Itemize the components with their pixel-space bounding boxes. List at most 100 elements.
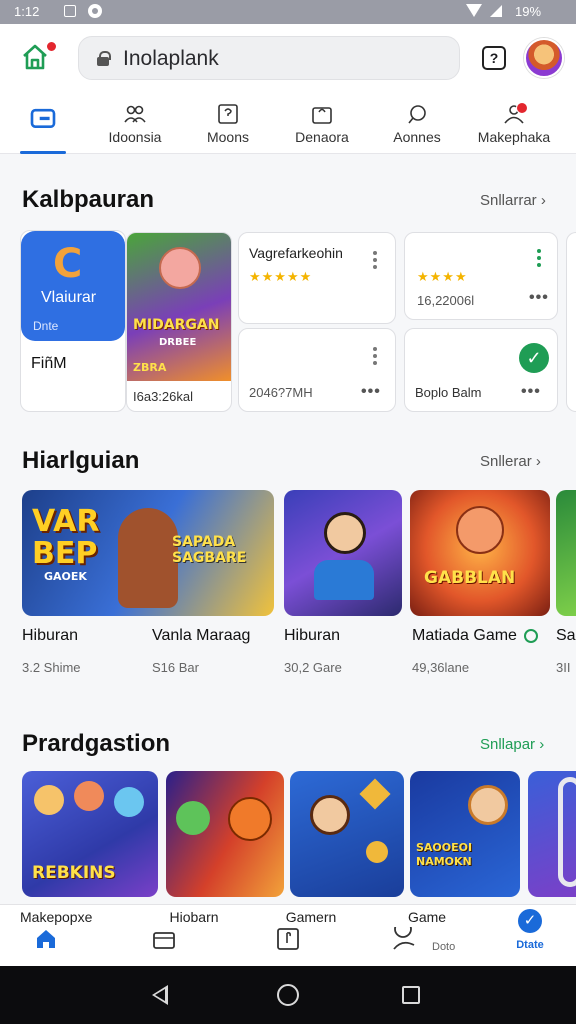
app-logo-letter: C [53,241,83,287]
search-input[interactable] [123,43,443,75]
section-title: Prardgastion [22,730,171,757]
app-card-partial[interactable] [566,232,576,412]
back-icon[interactable] [152,985,168,1005]
bag-icon [312,107,332,124]
game-meta: 49,36lane [412,660,470,675]
game-thumbnail[interactable] [166,771,284,897]
character-art [176,801,210,835]
game-meta: 3II [556,660,571,675]
game-name: Hiburan [284,627,341,644]
app-card-title: Vagrefarkeohin [249,245,343,261]
game-name: Sa [556,627,576,644]
tab-aonnes[interactable]: Aonnes [386,92,448,154]
section-title: Kalbpauran [22,186,155,213]
app-card[interactable]: 2046?7MH ••• [238,328,396,412]
game-thumbnail[interactable]: GABBLAN [410,490,550,616]
game-art-sub: SAPADA SAGBARE [172,534,247,566]
chat-icon [408,105,426,124]
character-art [114,787,144,817]
phone-art [558,777,576,887]
image-icon [64,5,76,17]
app-card[interactable]: Vagrefarkeohin ★★★★★ [238,232,396,324]
tab-makephaka[interactable]: Makephaka [474,92,554,154]
notification-icon [88,4,102,18]
game-caption: I6a3:26kal [133,389,193,404]
active-tab-indicator [20,151,66,154]
see-all-link[interactable]: Snllarrar › [480,192,546,209]
see-all-label: Snllapar [480,736,536,753]
featured-game-card[interactable]: MIDARGAN DRBEE ZBRA I6a3:26kal [126,232,232,412]
game-meta: 3.2 Shime [22,660,81,675]
game-art-tag: GAOEK [44,570,87,583]
home-icon [37,930,55,948]
game-thumbnail[interactable]: VAR BEP GAOEK SAPADA SAGBARE [22,490,274,616]
overflow-icon[interactable]: ••• [529,289,549,307]
status-bar: 1:12 19% [0,0,576,24]
game-name: Vanla Maraag [152,627,251,644]
nav-item-makepopxe[interactable]: Makepopxe [20,905,116,967]
battery-level: 19% [515,4,542,19]
tab-denaora[interactable]: Denaora [292,92,352,154]
game-art-title: VAR BEP [32,504,100,571]
see-all-link[interactable]: Snllapar › [480,736,544,753]
status-time: 1:12 [14,4,40,19]
home-circle-icon[interactable] [277,984,299,1006]
app-logo: C Vlaiurar Dnte [21,231,125,341]
character-art [314,560,374,600]
tab-wallet[interactable] [20,92,66,154]
coin-art [366,841,388,863]
tab-idoonsia[interactable]: Idoonsia [104,92,166,154]
help-button[interactable]: ? [482,46,506,70]
lock-icon [97,51,111,66]
game-thumbnail[interactable]: SAOOEOI NAMOKN [410,771,520,897]
app-card-meta: 16,22006l [417,293,475,308]
character-art [74,781,104,811]
game-thumbnail[interactable]: REBKINS [22,771,158,897]
game-art-title: REBKINS [32,863,116,883]
book-icon [277,928,299,950]
more-options-icon[interactable] [373,251,377,269]
character-art [310,795,350,835]
more-options-icon[interactable] [373,347,377,365]
game-thumbnail[interactable] [528,771,576,897]
nav-item-game[interactable]: Game Doto [392,905,462,967]
tab-label: Idoonsia [108,129,162,145]
character-art [324,512,366,554]
app-tile[interactable]: C Vlaiurar Dnte FiñM [20,230,126,412]
overflow-icon[interactable]: ••• [521,383,541,401]
nav-item-gamern[interactable]: Gamern [276,905,346,967]
app-card[interactable]: ✓ Boplo Balm ••• [404,328,558,412]
see-all-link[interactable]: Snllerar › [480,453,541,470]
nav-item-dtate[interactable]: ✓ Dtate [508,905,552,967]
game-name: Hiburan [22,627,79,644]
search-bar[interactable] [78,36,460,80]
app-sub: Dnte [33,319,59,333]
tab-label: Makephaka [477,129,551,145]
game-thumbnail[interactable] [556,490,576,616]
game-art-title: SAOOEOI NAMOKN [416,841,473,868]
wallet-icon [30,108,56,129]
recents-icon[interactable] [402,986,420,1004]
game-art-sub: DRBEE [159,337,197,348]
tab-moons[interactable]: Moons [198,92,258,154]
see-all-label: Snllarrar [480,192,537,209]
signal-icon [490,5,502,17]
verified-icon [524,629,538,643]
game-art-bottom: ZBRA [133,361,167,374]
avatar[interactable] [524,38,564,78]
notification-badge [46,41,57,52]
overflow-icon[interactable]: ••• [361,383,381,401]
game-thumbnail[interactable] [290,771,404,897]
nav-label: Game [407,909,447,925]
more-options-icon[interactable] [537,249,541,267]
system-navigation [0,966,576,1024]
top-bar: ? [0,24,576,92]
game-thumbnail[interactable] [284,490,402,616]
app-card[interactable]: ★★★★ 16,22006l ••• [404,232,558,320]
home-button[interactable] [20,41,57,74]
nav-item-hiobarn[interactable]: Hiobarn [152,905,236,967]
gamepad-icon [393,927,415,950]
character-art [468,785,508,825]
tab-label: Denaora [295,129,349,145]
rating-stars: ★★★★★ [249,269,313,284]
